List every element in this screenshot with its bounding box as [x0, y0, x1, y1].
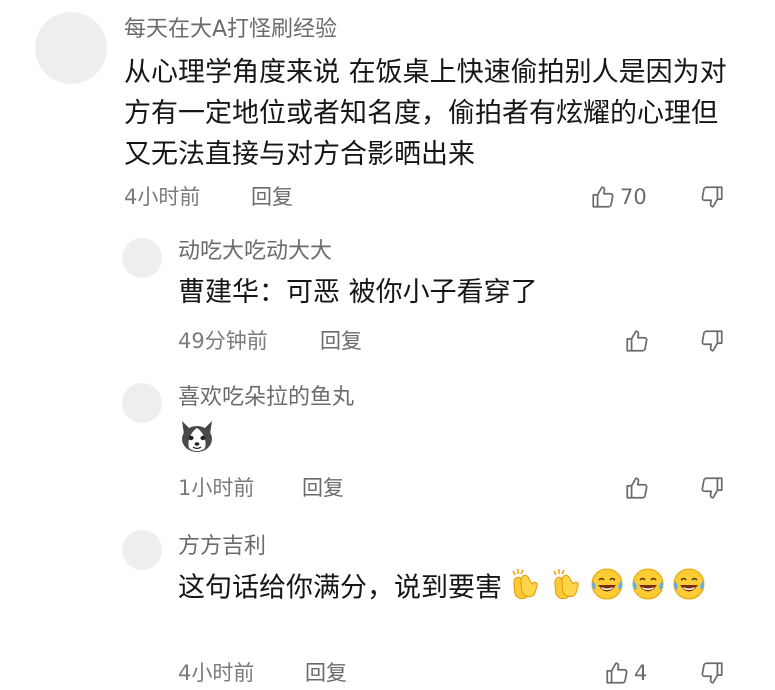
reply-text-content: 这句话给你满分，说到要害 [178, 572, 502, 604]
reply-button[interactable]: 回复 [251, 184, 293, 210]
like-button[interactable] [624, 328, 654, 354]
thumbs-down-icon [699, 328, 725, 354]
comment-username[interactable]: 每天在大A打怪刷经验 [124, 16, 337, 44]
like-button[interactable]: 4 [604, 660, 647, 686]
thumbs-down-icon [699, 475, 725, 501]
dislike-button[interactable] [699, 328, 725, 354]
laughing-tears-emoji [630, 566, 666, 618]
dislike-button[interactable] [699, 475, 725, 501]
comment-text: 从心理学角度来说 在饭桌上快速偷拍别人是因为对方有一定地位或者知名度，偷拍者有炫… [124, 57, 727, 170]
reply-time: 49分钟前 [178, 329, 268, 353]
reply-time: 1小时前 [178, 476, 255, 500]
reply-text [178, 418, 216, 458]
dislike-button[interactable] [699, 184, 725, 210]
thumbs-down-icon [699, 660, 725, 686]
reply-button[interactable]: 回复 [320, 328, 362, 354]
reply-text: 这句话给你满分，说到要害 [178, 566, 738, 618]
reply-time: 4小时前 [178, 661, 255, 685]
reply-username[interactable]: 喜欢吃朵拉的鱼丸 [178, 384, 354, 412]
comment-time: 4小时前 [124, 185, 201, 209]
laughing-tears-emoji [589, 566, 625, 618]
avatar[interactable] [122, 383, 162, 423]
thumbs-up-icon [624, 328, 650, 354]
thumbs-up-icon [604, 660, 630, 686]
clapping-hands-emoji [548, 566, 584, 618]
clapping-hands-emoji [507, 566, 543, 618]
thumbs-down-icon [699, 184, 725, 210]
reply-username[interactable]: 动吃大吃动大大 [178, 238, 332, 266]
reply-username[interactable]: 方方吉利 [178, 533, 266, 561]
like-count: 70 [620, 185, 647, 209]
like-button[interactable]: 70 [590, 184, 647, 210]
like-count: 4 [634, 661, 648, 685]
like-button[interactable] [624, 475, 654, 501]
thumbs-up-icon [624, 475, 650, 501]
reply-button[interactable]: 回复 [305, 660, 347, 686]
laughing-tears-emoji [671, 566, 707, 618]
avatar[interactable] [122, 238, 162, 278]
avatar[interactable] [122, 530, 162, 570]
husky-dog-emoji [178, 418, 216, 458]
thumbs-up-icon [590, 184, 616, 210]
reply-button[interactable]: 回复 [302, 475, 344, 501]
reply-text: 曹建华：可恶 被你小子看穿了 [178, 277, 538, 308]
dislike-button[interactable] [699, 660, 725, 686]
avatar[interactable] [35, 12, 107, 84]
